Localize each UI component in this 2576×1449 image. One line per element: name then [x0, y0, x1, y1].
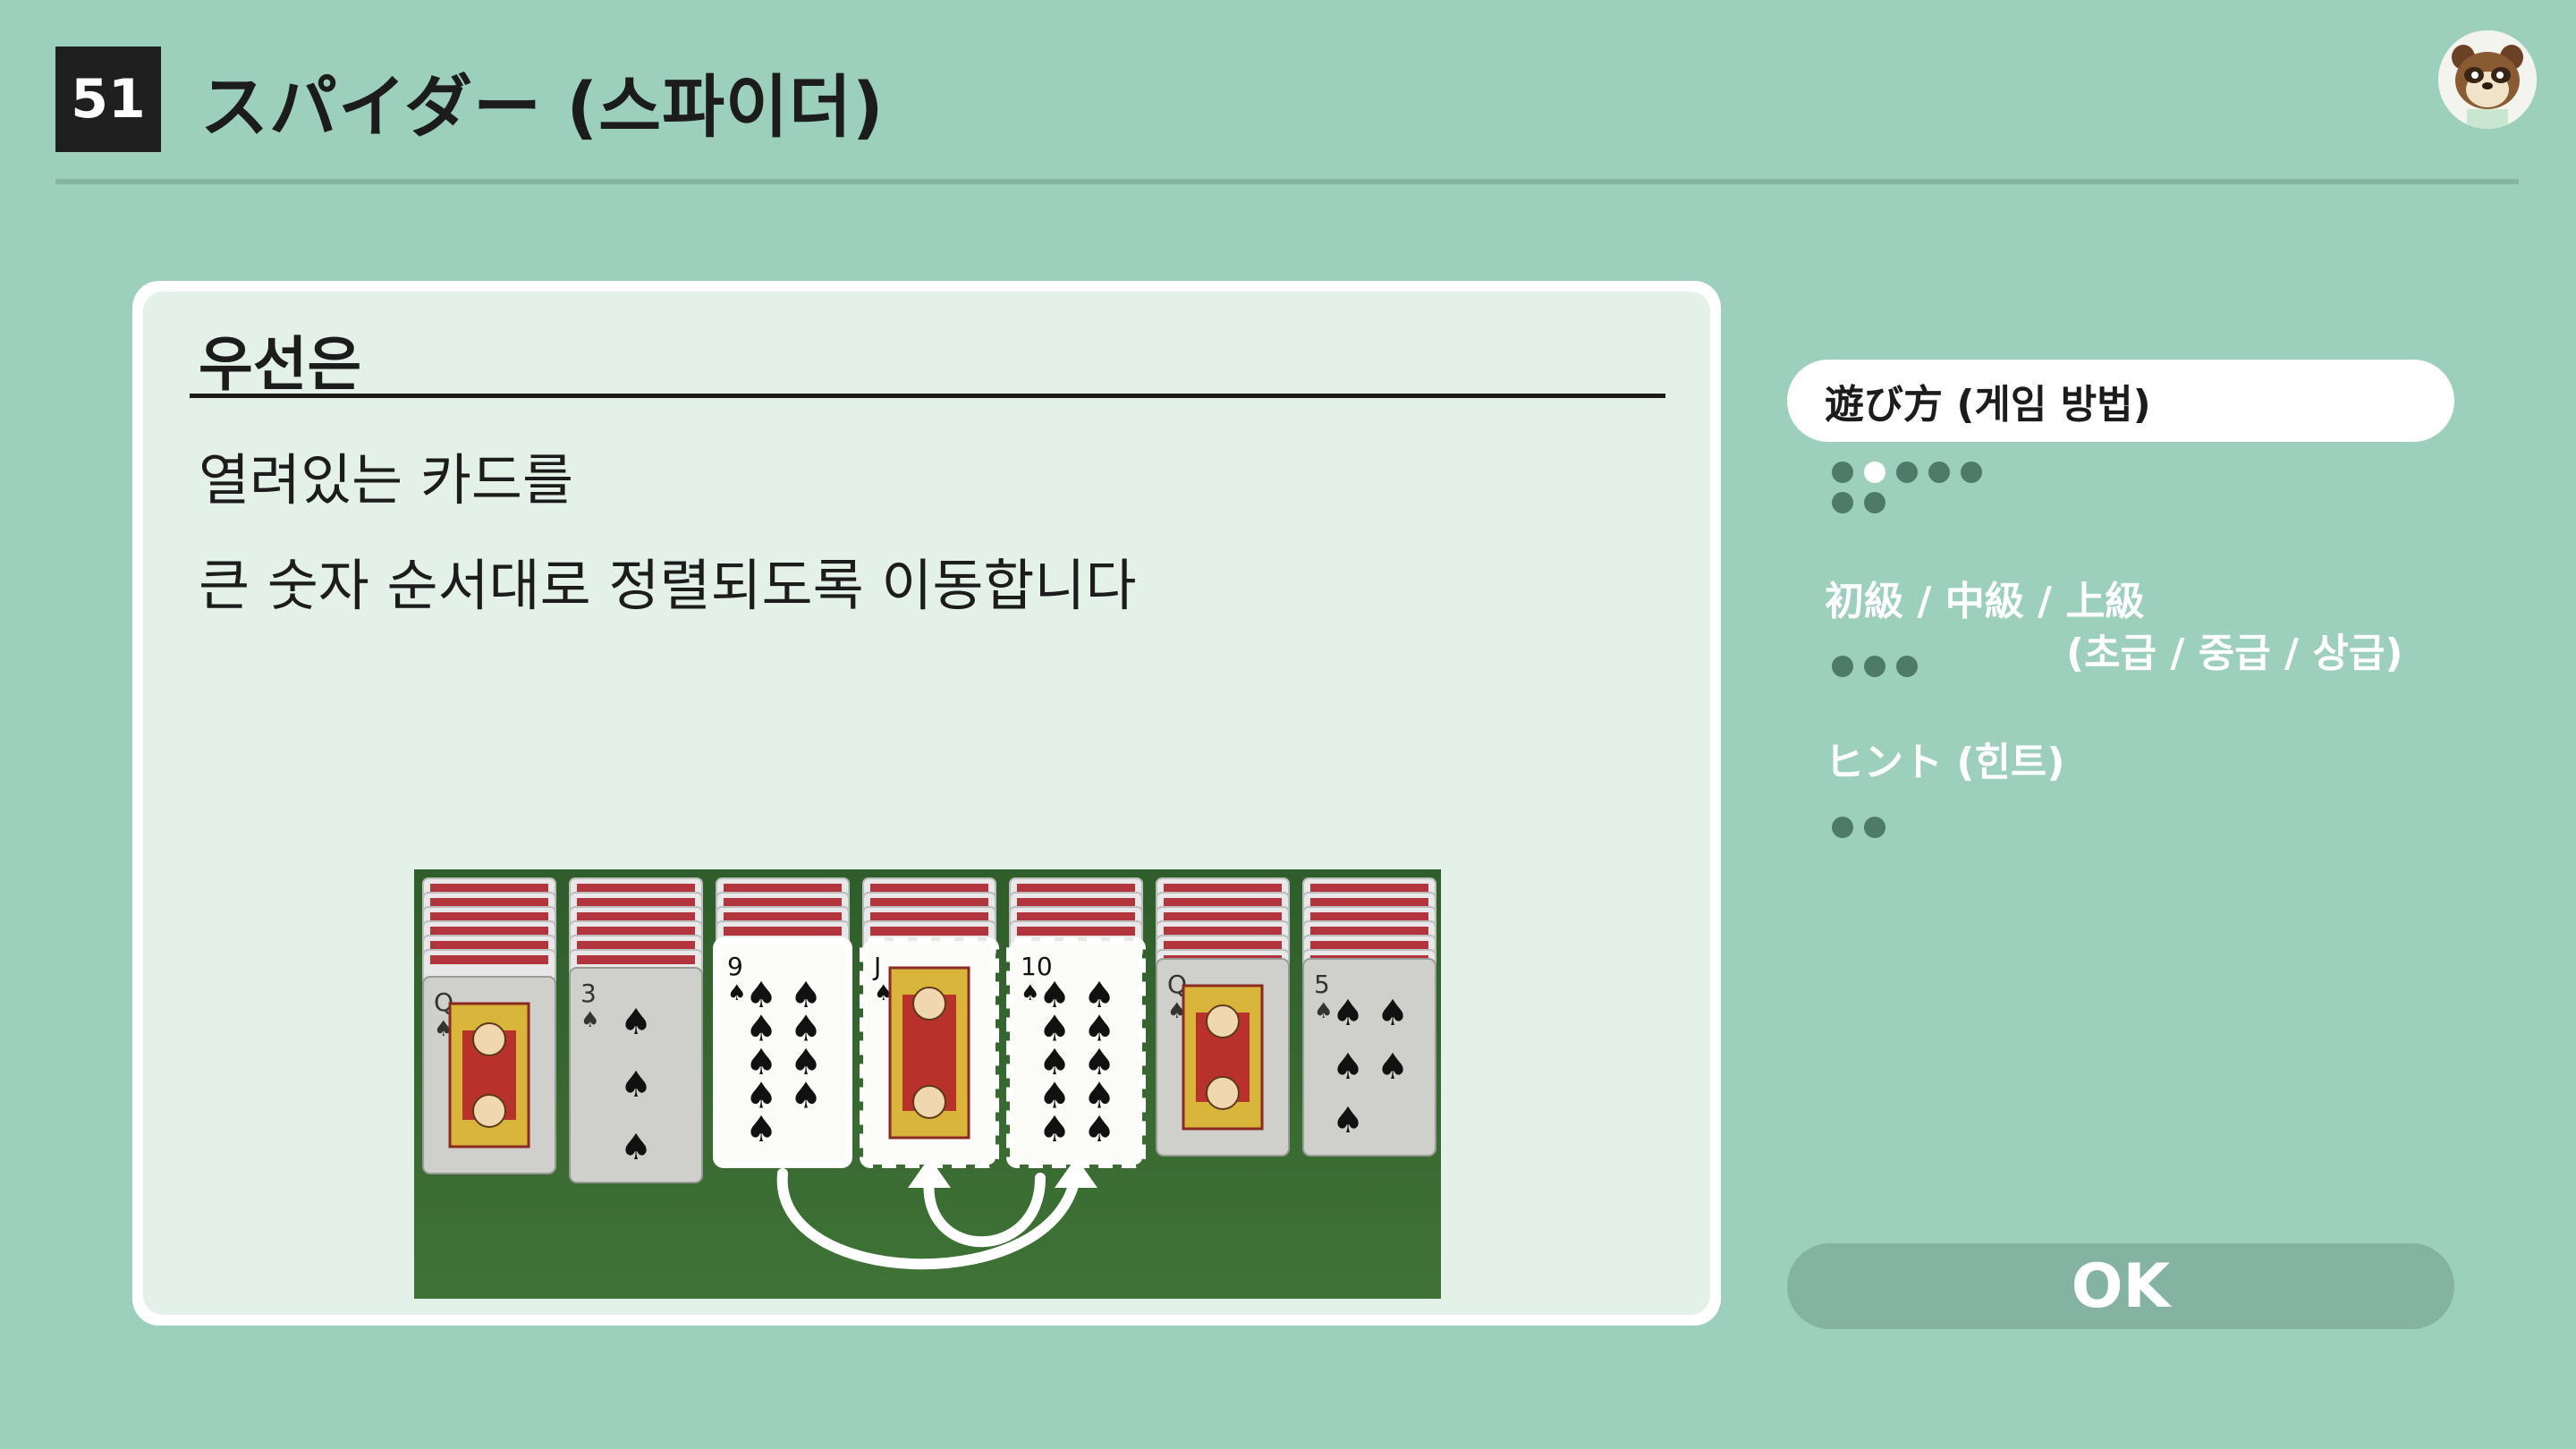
card-back-pattern [577, 955, 695, 964]
card-back-pattern [430, 927, 548, 936]
spade-pip: ♠ [620, 1002, 652, 1043]
card-rank: J [872, 952, 881, 981]
spider-solitaire-illustration: Q ♠ 3 ♠ ♠ ♠ ♠ 9 ♠ ♠ ♠ ♠ ♠ ♠ ♠ ♠ ♠ ♠ J ♠ 10 ♠ ♠ ♠ ♠ ♠ ♠ ♠ ♠ ♠ ♠ ♠ Q ♠ 5 ♠ ♠ ♠ ♠… [414, 869, 1441, 1299]
card-back-pattern [1310, 912, 1428, 921]
card-back-pattern [1310, 941, 1428, 950]
page-dot[interactable] [1961, 462, 1982, 483]
card-back-pattern [724, 927, 842, 936]
page-dot[interactable] [1832, 656, 1853, 677]
ok-button[interactable]: OK [1787, 1243, 2454, 1329]
card-column: 10♠♠ ♠♠ ♠♠ ♠♠ ♠♠ ♠ [1006, 877, 1146, 1168]
menu-item-hint[interactable]: ヒント (힌트) [1787, 730, 2454, 787]
menu-item-how-to-play[interactable]: 遊び方 (게임 방법) [1787, 360, 2454, 442]
card-back-pattern [577, 941, 695, 950]
header-divider [55, 179, 2519, 184]
card-suit-small: ♠ [1021, 980, 1040, 1005]
menu-item-difficulty[interactable]: 初級 / 中級 / 上級 [1787, 569, 2454, 626]
spade-pip: ♠ [1332, 1046, 1364, 1088]
card-back-pattern [870, 898, 988, 907]
card-back-pattern [1164, 884, 1282, 893]
card-back-pattern [724, 884, 842, 893]
card-back-pattern [724, 912, 842, 921]
page-dot-current[interactable] [1864, 462, 1885, 483]
court-card-face [472, 1022, 506, 1056]
card-back-pattern [724, 898, 842, 907]
how-to-play-page-dots [1832, 462, 1984, 513]
page-dot[interactable] [1832, 817, 1853, 838]
spade-pip: ♠ [620, 1127, 652, 1168]
game-number-badge: 51 [55, 47, 161, 152]
spade-pip: ♠ [745, 1109, 777, 1150]
card-back-pattern [1017, 927, 1135, 936]
court-card-face [912, 987, 946, 1021]
card-back-pattern [870, 884, 988, 893]
card-back-pattern [577, 927, 695, 936]
page-dot[interactable] [1864, 492, 1885, 513]
card-back-pattern [1310, 898, 1428, 907]
card-back-pattern [430, 941, 548, 950]
page-dot[interactable] [1832, 462, 1853, 483]
court-card-face [472, 1094, 506, 1128]
instruction-panel: 우선은 열려있는 카드를 큰 숫자 순서대로 정렬되도록 이동합니다 Q ♠ 3 ♠ ♠… [132, 281, 1721, 1326]
menu-item-difficulty-label: 初級 / 中級 / 上級 [1825, 579, 2145, 624]
card-back-pattern [870, 912, 988, 921]
page-dot[interactable] [1864, 817, 1885, 838]
spade-pip: ♠ [1332, 993, 1364, 1034]
card-column: 3♠ ♠♠♠ [569, 877, 703, 1183]
card-back-pattern [870, 927, 988, 936]
card-suit-small: ♠ [1314, 998, 1334, 1023]
page-dot[interactable] [1864, 656, 1885, 677]
spade-pip: ♠ [1038, 1109, 1071, 1150]
page-dot[interactable] [1896, 462, 1918, 483]
card-back-pattern [577, 912, 695, 921]
card-back-pattern [1164, 912, 1282, 921]
card-back-pattern [1017, 884, 1135, 893]
card-back-pattern [1017, 912, 1135, 921]
character-avatar-icon [2438, 30, 2537, 129]
card-rank: 3 [580, 979, 597, 1008]
spade-pip: ♠ [1377, 1046, 1409, 1088]
card-back-pattern [1164, 898, 1282, 907]
card-back-pattern [1310, 927, 1428, 936]
spade-pip: ♠ [620, 1064, 652, 1106]
menu-item-difficulty-sublabel: (초급 / 중급 / 상급) [2066, 631, 2403, 676]
page-dot[interactable] [1832, 492, 1853, 513]
card-suit-small: ♠ [580, 1007, 600, 1032]
card-column: Q♠ [422, 877, 556, 1174]
card-column: 9♠♠ ♠♠ ♠♠ ♠♠ ♠♠ [713, 877, 852, 1168]
card-rank: 9 [727, 952, 743, 981]
spade-pip: ♠ [1332, 1100, 1364, 1141]
page-dot[interactable] [1928, 462, 1950, 483]
card-back-pattern [577, 898, 695, 907]
menu-item-hint-label: ヒント (힌트) [1825, 740, 2065, 785]
description-line-2: 큰 숫자 순서대로 정렬되도록 이동합니다 [199, 553, 1137, 618]
card-suit-small: ♠ [727, 980, 747, 1005]
spade-pip: ♠ [790, 1076, 822, 1117]
card-back-pattern [430, 912, 548, 921]
court-card-face [1206, 1004, 1240, 1038]
card-back-pattern [430, 955, 548, 964]
spade-pip: ♠ [1377, 993, 1409, 1034]
card-column: Q♠ [1156, 877, 1290, 1157]
difficulty-page-dots [1832, 656, 1984, 677]
card-rank: 5 [1314, 970, 1330, 999]
card-back-pattern [577, 884, 695, 893]
description-line-1: 열려있는 카드를 [199, 447, 573, 513]
game-title: スパイダー (스파이더) [200, 67, 885, 147]
section-divider [190, 394, 1665, 398]
court-card-face [912, 1085, 946, 1119]
card-back-pattern [430, 898, 548, 907]
card-column: J♠ [860, 877, 999, 1168]
spade-pip: ♠ [1083, 1109, 1115, 1150]
card-back-pattern [1164, 927, 1282, 936]
card-back-pattern [1310, 884, 1428, 893]
court-card-face [1206, 1076, 1240, 1110]
page-dot[interactable] [1896, 656, 1918, 677]
card-back-pattern [1017, 898, 1135, 907]
card-column: 5♠♠ ♠♠ ♠♠ [1302, 877, 1436, 1157]
section-title: 우선은 [199, 330, 362, 399]
hint-page-dots [1832, 817, 1984, 838]
card-back-pattern [1164, 941, 1282, 950]
card-back-pattern [430, 884, 548, 893]
